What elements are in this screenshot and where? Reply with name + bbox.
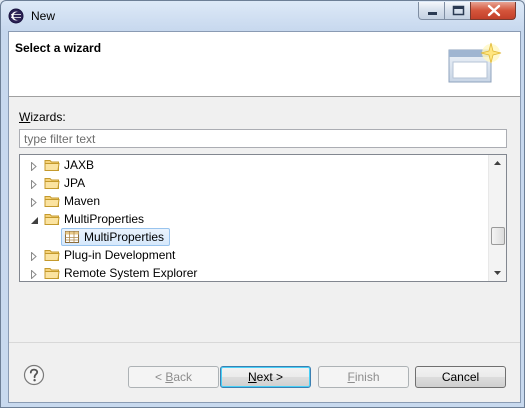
page-title: Select a wizard: [15, 41, 102, 55]
collapsed-arrow-icon[interactable]: [30, 250, 38, 264]
back-button-label: ack: [173, 370, 193, 384]
filter-input[interactable]: [19, 129, 507, 148]
close-button[interactable]: [470, 2, 516, 20]
wizards-label-mnemonic: W: [19, 110, 31, 124]
minimize-button[interactable]: [418, 2, 445, 20]
folder-icon: [44, 158, 60, 175]
eclipse-app-icon: [8, 8, 24, 24]
collapsed-arrow-icon[interactable]: [30, 178, 38, 192]
table-icon: [64, 230, 80, 247]
collapsed-arrow-icon[interactable]: [30, 268, 38, 281]
button-bar-separator: [9, 342, 520, 343]
wizard-banner: Select a wizard: [9, 32, 520, 97]
maximize-icon: [452, 5, 465, 16]
scroll-thumb[interactable]: [491, 227, 505, 245]
folder-icon: [44, 266, 60, 281]
folder-icon: [44, 212, 60, 229]
collapsed-arrow-icon[interactable]: [30, 196, 38, 210]
scroll-down-arrow-icon[interactable]: [489, 264, 506, 281]
tree-item[interactable]: Plug-in Development: [20, 246, 490, 264]
finish-button[interactable]: Finish: [318, 366, 409, 388]
title-bar[interactable]: New: [1, 1, 524, 31]
tree-item-label: Remote System Explorer: [64, 266, 198, 280]
tree-item-label: JPA: [64, 176, 86, 190]
maximize-button[interactable]: [444, 2, 471, 20]
tree-item-label: MultiProperties: [84, 230, 165, 244]
expanded-arrow-icon[interactable]: [30, 214, 39, 228]
tree-item[interactable]: Remote System Explorer: [20, 264, 490, 281]
dialog-client-area: Select a wizard Wizards: JAXB JPA Maven Mul…: [8, 31, 521, 403]
next-button[interactable]: Next >: [220, 366, 311, 388]
tree-item[interactable]: MultiProperties: [20, 228, 490, 246]
collapsed-arrow-icon[interactable]: [30, 160, 38, 174]
folder-icon: [44, 194, 60, 211]
wizard-tree[interactable]: JAXB JPA Maven MultiProperties MultiProperti…: [19, 154, 507, 282]
new-wizard-banner-icon: [448, 42, 502, 83]
cancel-button[interactable]: Cancel: [415, 366, 506, 388]
folder-icon: [44, 248, 60, 265]
wizards-label: Wizards:: [19, 110, 66, 124]
tree-item-label: JAXB: [64, 158, 95, 172]
next-button-label: ext >: [256, 370, 284, 384]
finish-button-mnemonic: F: [347, 370, 355, 384]
tree-item[interactable]: MultiProperties: [20, 210, 490, 228]
window-title: New: [31, 9, 56, 23]
help-icon[interactable]: [23, 364, 45, 386]
wizard-window: New Select a wizard Wizards: type filter…: [0, 0, 525, 408]
tree-item[interactable]: JAXB: [20, 156, 490, 174]
tree-item-label: Plug-in Development: [64, 248, 176, 262]
tree-item[interactable]: JPA: [20, 174, 490, 192]
folder-icon: [44, 176, 60, 193]
back-button-prefix: <: [154, 370, 166, 384]
next-button-mnemonic: N: [247, 370, 257, 384]
minimize-icon: [428, 12, 437, 15]
tree-item-label: MultiProperties: [64, 212, 145, 226]
tree-item[interactable]: Maven: [20, 192, 490, 210]
scroll-up-arrow-icon[interactable]: [489, 155, 506, 172]
tree-item-label: Maven: [64, 194, 101, 208]
tree-vertical-scrollbar[interactable]: [488, 155, 506, 281]
close-icon: [487, 4, 501, 17]
finish-button-label: inish: [354, 370, 380, 384]
back-button[interactable]: < Back: [128, 366, 219, 388]
wizards-label-text: izards:: [30, 110, 66, 124]
